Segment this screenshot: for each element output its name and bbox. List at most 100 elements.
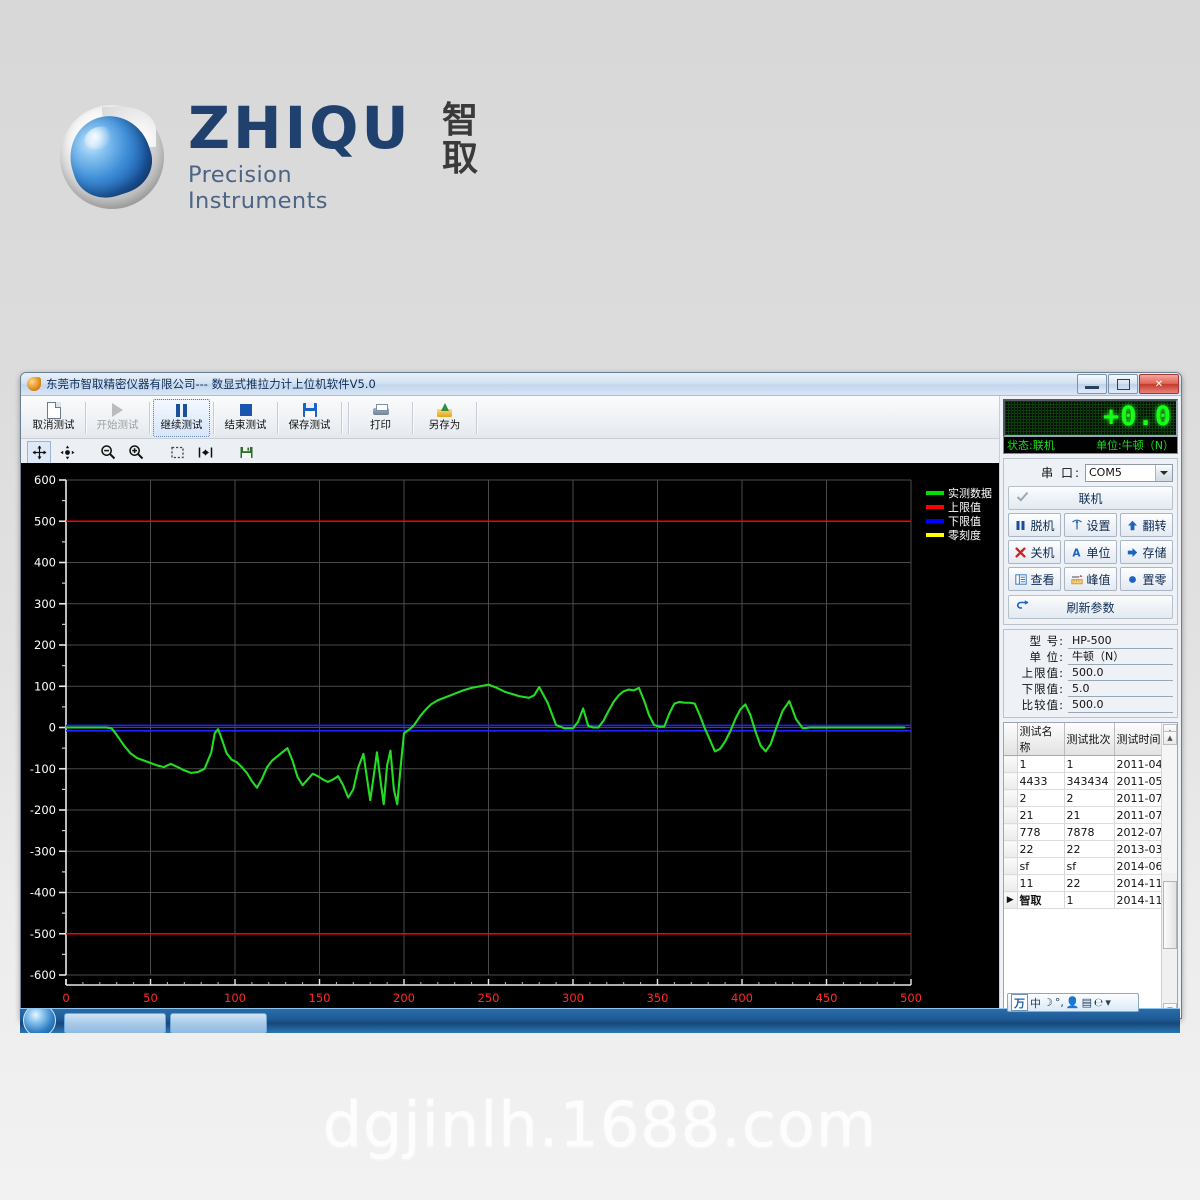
flip-button[interactable]: 翻转 (1120, 513, 1173, 537)
settings-button[interactable]: 设置 (1064, 513, 1117, 537)
row-selector[interactable] (1004, 755, 1018, 773)
refresh-parameters-button[interactable]: 刷新参数 (1008, 595, 1173, 619)
zoom-in-icon[interactable] (124, 441, 148, 464)
connect-button[interactable]: 联机 (1008, 486, 1173, 510)
ime-mode-icon[interactable]: 万 (1011, 994, 1028, 1011)
table-row[interactable]: 44333434342011-05-244 (1004, 772, 1177, 790)
svg-text:实测数据: 实测数据 (948, 486, 992, 500)
chevron-down-icon[interactable] (1155, 464, 1172, 481)
toolbar-separator (348, 402, 349, 434)
svg-text:上限值: 上限值 (948, 501, 981, 514)
table-scroll-top[interactable]: ▲ (1161, 723, 1177, 873)
table-row[interactable]: 21212011-07-164 (1004, 806, 1177, 824)
cell-test-batch: 7878 (1064, 823, 1115, 841)
row-selector[interactable] (1004, 874, 1018, 892)
row-selector[interactable]: ▶ (1004, 891, 1018, 909)
zoom-out-icon[interactable] (96, 441, 120, 464)
printer-icon (372, 401, 389, 419)
records-table-container[interactable]: 测试名称测试批次测试时间！ 112011-04-0644433343434201… (1003, 722, 1178, 1018)
cell-test-batch: 22 (1064, 874, 1115, 892)
brand-name: ZHIQU (188, 94, 412, 163)
unit-value[interactable]: 牛顿（N） (1068, 650, 1173, 665)
toolbar-separator (341, 402, 342, 434)
table-header-cell[interactable]: 测试名称 (1017, 723, 1065, 756)
chart-save-icon[interactable] (234, 441, 258, 464)
device-control-panel: +0.0 状态:联机 单位:牛顿（N） 串 口: COM5 联机 脱机 设置 翻… (999, 396, 1181, 1018)
table-header-cell[interactable]: 测试批次 (1064, 723, 1115, 756)
scrollbar-thumb[interactable] (1163, 881, 1177, 949)
maximize-button[interactable] (1108, 374, 1138, 394)
cancel-test-button[interactable]: 取消测试 (25, 399, 82, 437)
offline-button[interactable]: 脱机 (1008, 513, 1061, 537)
row-selector[interactable] (1004, 772, 1018, 790)
ime-softkeyboard-icon[interactable]: ▤ (1082, 995, 1092, 1010)
company-logo: ZHIQU Precision Instruments 智 取 (58, 96, 478, 218)
view-button[interactable]: 查看 (1008, 567, 1061, 591)
row-selector[interactable] (1004, 857, 1018, 875)
table-row[interactable]: 22222013-03-084 (1004, 840, 1177, 858)
zero-button[interactable]: 置零 (1120, 567, 1173, 591)
fit-to-width-icon[interactable] (193, 441, 217, 464)
table-row[interactable]: 222011-07-164 (1004, 789, 1177, 807)
table-vertical-scrollbar[interactable]: ▲ ▼ (1161, 731, 1177, 1017)
ime-halfwidth-icon[interactable]: ☽ (1043, 995, 1053, 1010)
pan-move-icon[interactable] (27, 440, 51, 464)
ime-chinese-icon[interactable]: 中 (1030, 995, 1041, 1010)
print-button[interactable]: 打印 (352, 399, 409, 437)
start-orb-icon[interactable] (23, 1009, 56, 1033)
unit-button[interactable]: A 单位 (1064, 540, 1117, 564)
windows-taskbar[interactable] (20, 1008, 1180, 1033)
led-display: +0.0 (1003, 399, 1178, 437)
save-test-button[interactable]: 保存测试 (281, 399, 338, 437)
peak-label: 峰值 (1086, 572, 1111, 587)
table-row[interactable]: 11222014-11-064 (1004, 874, 1177, 892)
zero-label: 置零 (1142, 572, 1167, 587)
storage-label: 存储 (1142, 545, 1167, 560)
save-as-button[interactable]: 另存为 (416, 399, 473, 437)
cell-test-name: 11 (1017, 874, 1065, 892)
row-selector[interactable] (1004, 840, 1018, 858)
scroll-up-icon[interactable]: ▲ (1163, 731, 1177, 745)
ime-punctuation-icon[interactable]: °, (1055, 995, 1064, 1010)
title-bar[interactable]: 东莞市智取精密仪器有限公司--- 数显式推拉力计上位机软件V5.0 ✕ (21, 373, 1181, 396)
shutdown-button[interactable]: 关机 (1008, 540, 1061, 564)
peak-button[interactable]: 峰值 (1064, 567, 1117, 591)
serial-port-row: 串 口: COM5 (1008, 463, 1173, 482)
end-test-button[interactable]: 结束测试 (217, 399, 274, 437)
taskbar-item[interactable] (170, 1013, 267, 1033)
row-selector[interactable] (1004, 823, 1018, 841)
arrow-right-icon (1126, 547, 1139, 558)
chart-area[interactable]: 600 500 400 300 200 100 0 -100 -200 -300 -400 -500-… (21, 463, 999, 1018)
table-row[interactable]: sfsf2014-06-244 (1004, 857, 1177, 875)
minimize-icon (1085, 385, 1099, 389)
application-icon (27, 377, 41, 391)
refresh-label: 刷新参数 (1066, 600, 1115, 615)
upper-limit-value[interactable]: 500.0 (1068, 666, 1173, 681)
continue-test-button[interactable]: 继续测试 (153, 399, 210, 437)
table-row[interactable]: 112011-04-064 (1004, 755, 1177, 773)
serial-port-select[interactable]: COM5 (1085, 463, 1173, 482)
measurement-chart: 6005004003002001000-100-200-300-400-500-… (21, 463, 999, 1018)
ime-toolbox-icon[interactable]: ℮ (1094, 995, 1103, 1010)
start-test-label: 开始测试 (96, 419, 139, 431)
start-test-button[interactable]: 开始测试 (89, 399, 146, 437)
taskbar-item[interactable] (64, 1013, 166, 1033)
chevron-down-icon[interactable]: ▾ (1105, 995, 1111, 1010)
rotate-icon[interactable] (55, 441, 79, 464)
minimize-button[interactable] (1077, 374, 1107, 394)
table-row[interactable]: 77878782012-07-304 (1004, 823, 1177, 841)
close-button[interactable]: ✕ (1139, 374, 1179, 394)
svg-text:200: 200 (393, 991, 415, 1005)
ime-user-icon[interactable]: 👤 (1066, 995, 1080, 1010)
compare-value[interactable]: 500.0 (1068, 698, 1173, 713)
storage-button[interactable]: 存储 (1120, 540, 1173, 564)
ime-language-bar[interactable]: 万 中 ☽ °, 👤 ▤ ℮ ▾ (1007, 993, 1139, 1012)
marquee-select-icon[interactable] (165, 441, 189, 464)
row-selector[interactable] (1004, 806, 1018, 824)
led-value: +0.0 (1102, 401, 1172, 432)
table-row[interactable]: ▶智取12014-11-104 (1004, 891, 1177, 909)
model-value[interactable]: HP-500 (1068, 634, 1173, 649)
svg-text:-200: -200 (30, 803, 56, 817)
lower-limit-value[interactable]: 5.0 (1068, 682, 1173, 697)
row-selector[interactable] (1004, 789, 1018, 807)
